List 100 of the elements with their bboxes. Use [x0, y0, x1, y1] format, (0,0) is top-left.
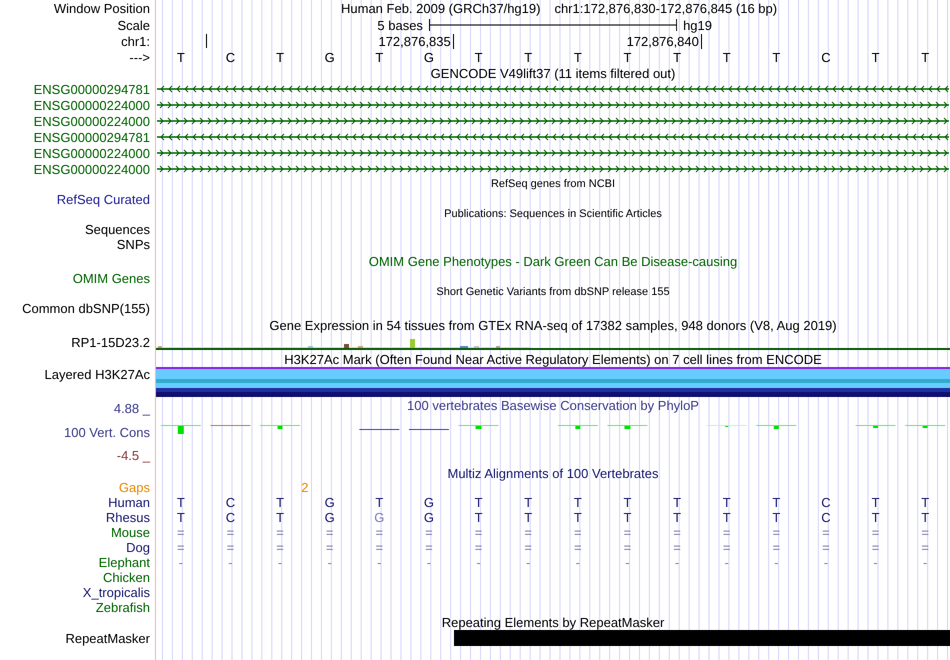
gene-label[interactable]: ENSG00000224000 [34, 114, 150, 128]
aligned-base: = [474, 540, 482, 555]
track-label: 100 Vert. Cons [64, 424, 150, 440]
aligned-base: = [326, 540, 334, 555]
species-label[interactable]: Rhesus [106, 510, 150, 525]
axis-max-label: 4.88 _ [114, 401, 150, 416]
position-tick-label: 172,876,835 [378, 34, 454, 48]
genome-db-text: hg19 [683, 18, 712, 32]
gene-label[interactable]: ENSG00000224000 [34, 146, 150, 160]
aligned-base: T [276, 510, 284, 525]
gene-label[interactable]: ENSG00000224000 [34, 98, 150, 112]
aligned-base: G [424, 510, 434, 525]
aligned-base: = [624, 540, 632, 555]
aligned-base: = [673, 540, 681, 555]
aligned-base: = [574, 525, 582, 540]
base-letter: T [921, 50, 930, 64]
aligned-base: C [226, 510, 236, 525]
track-label: RepeatMasker [65, 630, 150, 646]
aligned-base: = [326, 525, 334, 540]
track-title: GENCODE V49lift37 (11 items filtered out) [430, 66, 676, 80]
aligned-base: - [724, 555, 729, 570]
aligned-base: - [228, 555, 233, 570]
track-label: Scale [117, 18, 150, 32]
species-label[interactable]: Mouse [110, 525, 150, 540]
tick-mark [206, 34, 207, 48]
aligned-base: G [374, 510, 384, 525]
track-title: H3K27Ac Mark (Often Found Near Active Regulatory Elements) on 7 cell lines from ENCODE [284, 352, 822, 366]
aligned-base: = [772, 525, 780, 540]
aligned-base: - [426, 555, 432, 570]
species-label[interactable]: Zebrafish [96, 600, 150, 615]
species-label[interactable]: Chicken [103, 570, 150, 585]
base-letter: T [673, 50, 682, 64]
gene-label[interactable]: ENSG00000294781 [34, 130, 150, 144]
track-label: RefSeq Curated [56, 192, 150, 207]
gene-label[interactable]: ENSG00000224000 [34, 162, 150, 176]
aligned-base: = [822, 540, 830, 555]
assembly-name: Human Feb. 2009 (GRCh37/hg19) [341, 1, 540, 16]
aligned-base: T [276, 495, 284, 510]
base-letter: T [474, 50, 483, 64]
track-title: Multiz Alignments of 100 Vertebrates [447, 466, 658, 480]
aligned-base: = [524, 525, 532, 540]
aligned-base: T [474, 510, 483, 525]
aligned-base: = [226, 525, 234, 540]
aligned-base: T [921, 495, 930, 510]
aligned-base: = [624, 525, 632, 540]
base-letter: C [226, 50, 236, 64]
aligned-base: = [722, 540, 730, 555]
aligned-base: - [576, 555, 580, 570]
aligned-base: = [722, 525, 730, 540]
base-letter: T [176, 50, 185, 64]
aligned-base: T [375, 495, 384, 510]
aligned-base: - [377, 555, 382, 570]
track-title: 100 vertebrates Basewise Conservation by PhyloP [407, 398, 699, 413]
aligned-base: T [574, 495, 582, 510]
track-title: Publications: Sequences in Scientific Articles [444, 207, 662, 222]
aligned-base: - [328, 555, 332, 570]
base-letter: T [574, 50, 582, 64]
aligned-base: = [524, 540, 532, 555]
base-letter: T [772, 50, 780, 64]
aligned-base: T [673, 510, 682, 525]
track-label: SNPs [116, 237, 150, 252]
aligned-base: - [476, 555, 481, 570]
track-title: Repeating Elements by RepeatMasker [442, 615, 664, 630]
species-label[interactable]: Elephant [98, 555, 150, 570]
track-label: Layered H3K27Ac [44, 367, 150, 382]
aligned-base: T [722, 510, 731, 525]
aligned-base: = [772, 540, 780, 555]
gene-label[interactable]: ENSG00000294781 [34, 82, 150, 96]
genome-position: chr1:172,876,830-172,876,845 (16 bp) [554, 1, 778, 16]
track-label: Window Position [54, 1, 150, 16]
aligned-base: = [276, 525, 284, 540]
aligned-base: = [177, 540, 185, 555]
gap-count: 2 [301, 480, 308, 495]
track-label: RP1-15D23.2 [71, 335, 150, 350]
axis-min-label: -4.5 _ [116, 448, 150, 463]
aligned-base: - [526, 555, 530, 570]
aligned-base: T [176, 495, 185, 510]
species-label[interactable]: Dog [126, 540, 150, 555]
aligned-base: T [872, 495, 880, 510]
base-letter: T [623, 50, 632, 64]
aligned-base: = [872, 540, 880, 555]
species-label[interactable]: X_tropicalis [82, 585, 150, 600]
aligned-base: T [623, 495, 632, 510]
aligned-base: T [176, 510, 185, 525]
track-label: Common dbSNP(155) [22, 300, 150, 316]
aligned-base: G [324, 495, 335, 510]
track-title: OMIM Gene Phenotypes - Dark Green Can Be Disease-causing [368, 254, 738, 269]
track-title: Gene Expression in 54 tissues from GTEx RNA-seq of 17382 samples, 948 donors (V8, Aug 2019) [269, 318, 837, 332]
aligned-base: = [376, 540, 384, 555]
species-label[interactable]: Human [108, 495, 150, 510]
aligned-base: = [376, 525, 384, 540]
aligned-base: - [178, 555, 183, 570]
aligned-base: G [424, 495, 434, 510]
track-label: chr1: [121, 34, 150, 48]
aligned-base: = [921, 540, 929, 555]
aligned-base: = [673, 525, 681, 540]
base-letter: G [424, 50, 434, 64]
aligned-base: T [574, 510, 582, 525]
aligned-base: = [425, 540, 433, 555]
aligned-base: - [625, 555, 630, 570]
